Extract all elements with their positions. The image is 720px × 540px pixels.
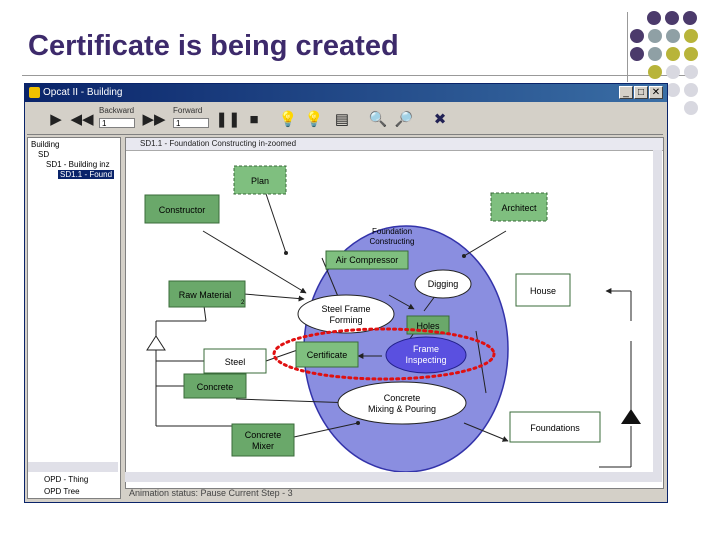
object-architect-label: Architect [501,203,537,213]
process-foundation-label-1: Foundation [372,227,412,236]
decorative-dot [684,83,698,97]
process-frame-inspecting-label-2: Inspecting [405,355,446,365]
app-icon [29,87,40,98]
decorative-dot [684,65,698,79]
bulb-on-icon[interactable]: 💡 [275,106,301,132]
object-concrete-mixer-label-1: Concrete [245,430,282,440]
process-frame-inspecting-label-1: Frame [413,344,439,354]
process-concrete-mixing-label-1: Concrete [384,393,421,403]
decorative-dot [683,11,697,25]
opd-tree-panel: Building SD SD1 - Building inz SD1.1 - F… [27,137,121,499]
process-digging-label: Digging [428,279,459,289]
title-divider-horizontal [22,75,697,76]
slide-title: Certificate is being created [28,30,399,62]
object-certificate-label: Certificate [307,350,348,360]
backward-label: Backward [99,106,135,115]
object-steel-label: Steel [225,357,246,367]
title-divider-vertical [627,12,628,82]
object-plan-label: Plan [251,176,269,186]
window-title: Opcat II - Building [43,87,123,98]
decorative-dot [630,29,644,43]
process-concrete-mixing-label-2: Mixing & Pouring [368,404,436,414]
decorative-dot [665,11,679,25]
backward-field[interactable]: 1 [99,118,135,128]
object-concrete-mixer[interactable] [231,423,295,457]
decorative-dot [666,47,680,61]
diagram-tab-title: SD1.1 - Foundation Constructing in-zoome… [140,139,297,148]
object-house-label: House [530,286,556,296]
process-steel-frame-forming[interactable] [297,294,395,334]
play-icon[interactable]: ▶ [43,106,69,132]
bulb-off-icon[interactable]: 💡 [301,106,327,132]
decorative-dot [648,47,662,61]
object-raw-material-label: Raw Material [179,290,232,300]
stop-icon[interactable]: ■ [241,106,267,132]
decorative-dot [684,29,698,43]
close-button[interactable]: ✕ [649,86,663,99]
document-icon[interactable]: ▤ [329,106,355,132]
pause-icon[interactable]: ❚❚ [215,106,241,132]
toolbar: ▶ ◀◀ Backward 1 ▶▶ Forward 1 ❚❚ ■ 💡 💡 ▤ … [27,104,663,135]
status-bar: Animation status: Pause Current Step - 3 [129,488,293,498]
tree-item-sd1-1[interactable]: SD1.1 - Found [58,170,115,179]
tree-item-sd1[interactable]: SD1 - Building inz [46,160,110,169]
settings-cross-icon[interactable]: ✖ [427,106,453,132]
zoom-out-icon[interactable]: 🔎 [391,106,417,132]
object-air-compressor-label: Air Compressor [336,255,399,265]
decorative-dot [647,11,661,25]
window-titlebar[interactable]: Opcat II - Building _ □ ✕ [25,84,667,102]
process-steel-frame-label-1: Steel Frame [321,304,370,314]
minimize-button[interactable]: _ [619,86,633,99]
diagram-frame: SD1.1 - Foundation Constructing in-zoome… [125,137,664,489]
zoom-in-icon[interactable]: 🔍 [365,106,391,132]
tab-opd-thing[interactable]: OPD - Thing [30,474,88,485]
object-constructor-label: Constructor [159,205,206,215]
process-steel-frame-label-2: Forming [329,315,362,325]
maximize-button[interactable]: □ [634,86,648,99]
decorative-dot [648,29,662,43]
object-concrete-mixer-label-2: Mixer [252,441,274,451]
tree-item-building[interactable]: Building [31,140,59,149]
step-forward-icon[interactable]: ▶▶ [141,106,167,132]
forward-label: Forward [173,106,203,115]
forward-field[interactable]: 1 [173,118,209,128]
decorative-dot [666,83,680,97]
decorative-dot [684,47,698,61]
decorative-dot [648,65,662,79]
tab-opd-tree[interactable]: OPD Tree [30,486,80,497]
tree-item-sd[interactable]: SD [38,150,49,159]
diagram-horizontal-scrollbar[interactable] [125,472,662,482]
decorative-dot [666,65,680,79]
process-foundation-label-2: Constructing [370,237,415,246]
decorative-dot [630,47,644,61]
object-concrete-label: Concrete [197,382,234,392]
diagram-vertical-scrollbar[interactable] [653,150,662,472]
tree-hscroll[interactable] [28,462,118,472]
process-concrete-mixing[interactable] [337,381,467,425]
decorative-dot [666,29,680,43]
generalization-triangle-raw-material [146,335,166,351]
decorative-dot [684,101,698,115]
diagram-tab[interactable]: SD1.1 - Foundation Constructing in-zoome… [126,138,663,151]
object-foundations-label: Foundations [530,423,580,433]
step-back-icon[interactable]: ◀◀ [69,106,95,132]
aggregation-triangle-foundations [621,409,641,424]
opd-diagram: Plan Constructor Architect Foundation Co… [144,165,641,473]
app-window: Opcat II - Building _ □ ✕ ▶ ◀◀ Backward … [24,83,668,503]
